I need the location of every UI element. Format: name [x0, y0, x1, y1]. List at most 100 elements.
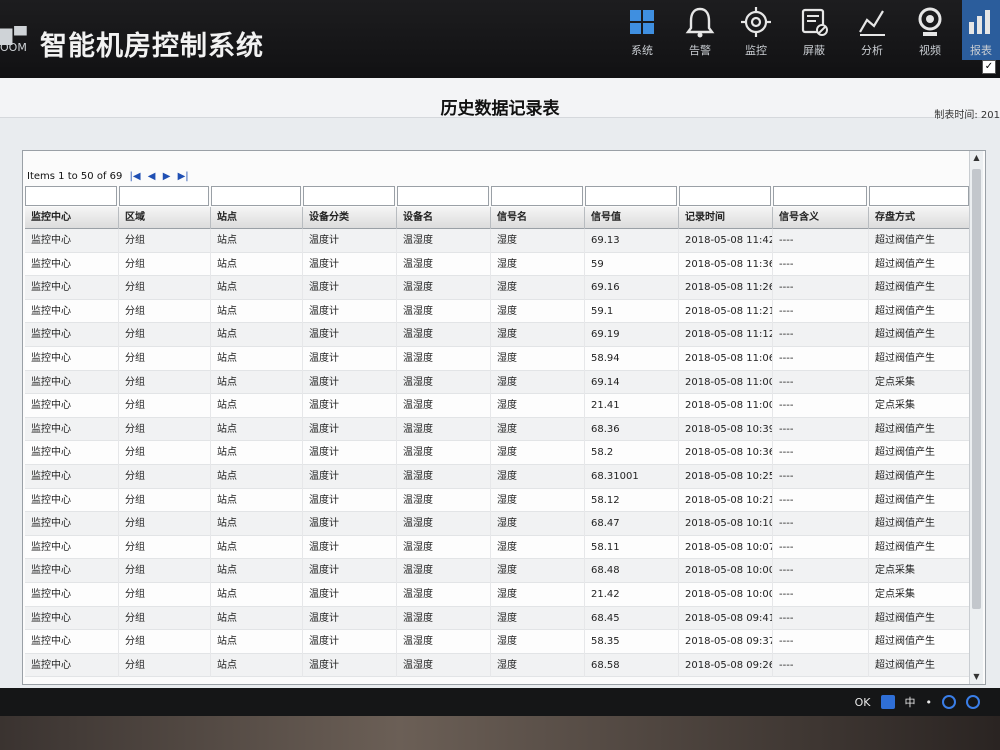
scroll-thumb[interactable]: [972, 169, 981, 609]
column-header[interactable]: 信号名: [491, 207, 585, 229]
column-header[interactable]: 信号含义: [773, 207, 869, 229]
table-row[interactable]: 监控中心 分组 站点 温度计 温湿度 湿度 59 2018-05-08 11:36: ---- 超…: [25, 252, 971, 277]
tray-text: OK: [854, 695, 871, 709]
table-cell: 69.13: [585, 229, 679, 253]
column-filter-input[interactable]: [397, 186, 489, 206]
nav-mask[interactable]: 屏蔽: [786, 0, 842, 60]
column-filter-input[interactable]: [773, 186, 867, 206]
table-row[interactable]: 监控中心 分组 站点 温度计 温湿度 湿度 69.16 2018-05-08 11:26: --…: [25, 276, 971, 300]
column-filter-input[interactable]: [491, 186, 583, 206]
prev-page-button[interactable]: ◀: [148, 171, 156, 182]
table-row[interactable]: 监控中心 分组 站点 温度计 温湿度 湿度 68.31001 2018-05-08 10:25…: [25, 464, 971, 489]
table-cell: 温度计: [303, 512, 397, 536]
nav-analysis[interactable]: 分析: [844, 0, 900, 60]
table-cell: 温湿度: [397, 394, 491, 418]
table-cell: 站点: [211, 653, 303, 678]
table-cell: 58.35: [585, 630, 679, 654]
table-cell: 湿度: [491, 346, 585, 371]
column-header[interactable]: 设备分类: [303, 207, 397, 229]
table-cell: 超过阀值产生: [869, 252, 971, 277]
column-header[interactable]: 区域: [119, 207, 211, 229]
nav-alarm[interactable]: 告警: [672, 0, 728, 60]
scroll-down-arrow[interactable]: ▼: [970, 670, 983, 684]
table-cell: 超过阀值产生: [869, 417, 971, 442]
table-cell: 超过阀值产生: [869, 512, 971, 536]
column-filter-input[interactable]: [679, 186, 771, 206]
table-cell: 超过阀值产生: [869, 229, 971, 253]
scroll-up-arrow[interactable]: ▲: [970, 151, 983, 165]
table-row[interactable]: 监控中心 分组 站点 温度计 温湿度 湿度 21.41 2018-05-08 11:00: --…: [25, 394, 971, 418]
table-row[interactable]: 监控中心 分组 站点 温度计 温湿度 湿度 58.11 2018-05-08 10:07: --…: [25, 535, 971, 560]
nav-report[interactable]: 报表: [962, 0, 1000, 60]
table-row[interactable]: 监控中心 分组 站点 温度计 温湿度 湿度 58.35 2018-05-08 09:37: --…: [25, 630, 971, 654]
table-cell: 湿度: [491, 252, 585, 277]
column-filter-input[interactable]: [869, 186, 969, 206]
table-cell: 温湿度: [397, 512, 491, 536]
vertical-scrollbar[interactable]: ▲ ▼: [969, 151, 983, 684]
table-cell: 超过阀值产生: [869, 606, 971, 631]
table-cell: 监控中心: [25, 630, 119, 654]
table-row[interactable]: 监控中心 分组 站点 温度计 温湿度 湿度 58.94 2018-05-08 11:06: --…: [25, 346, 971, 371]
table-cell: 温湿度: [397, 535, 491, 560]
table-cell: 超过阀值产生: [869, 346, 971, 371]
table-row[interactable]: 监控中心 分组 站点 温度计 温湿度 湿度 68.45 2018-05-08 09:41: --…: [25, 606, 971, 631]
option-checkbox[interactable]: ✓: [982, 60, 996, 74]
table-cell: ----: [773, 394, 869, 418]
column-header[interactable]: 站点: [211, 207, 303, 229]
table-cell: 温度计: [303, 441, 397, 465]
table-cell: 2018-05-08 09:37:: [679, 630, 773, 654]
table-cell: 分组: [119, 464, 211, 489]
page-title: 历史数据记录表: [440, 99, 560, 119]
table-cell: 2018-05-08 10:39:: [679, 417, 773, 442]
column-header[interactable]: 信号值: [585, 207, 679, 229]
column-filter-input[interactable]: [211, 186, 301, 206]
table-cell: 分组: [119, 630, 211, 654]
table-cell: 69.16: [585, 276, 679, 300]
table-row[interactable]: 监控中心 分组 站点 温度计 温湿度 湿度 68.47 2018-05-08 10:10: --…: [25, 512, 971, 536]
nav-monitor[interactable]: 监控: [728, 0, 784, 60]
nav-label: 分析: [861, 44, 883, 57]
table-row[interactable]: 监控中心 分组 站点 温度计 温湿度 湿度 69.13 2018-05-08 11:42: --…: [25, 229, 971, 253]
table-cell: 超过阀值产生: [869, 299, 971, 324]
table-row[interactable]: 监控中心 分组 站点 温度计 温湿度 湿度 59.1 2018-05-08 11:21: ---…: [25, 299, 971, 324]
column-header[interactable]: 存盘方式: [869, 207, 971, 229]
nav-system[interactable]: 系统: [614, 0, 670, 60]
column-header[interactable]: 设备名: [397, 207, 491, 229]
table-row[interactable]: 监控中心 分组 站点 温度计 温湿度 湿度 58.2 2018-05-08 10:36: ---…: [25, 441, 971, 465]
table-cell: 68.47: [585, 512, 679, 536]
table-row[interactable]: 监控中心 分组 站点 温度计 温湿度 湿度 68.36 2018-05-08 10:39: --…: [25, 417, 971, 442]
table-row[interactable]: 监控中心 分组 站点 温度计 温湿度 湿度 68.48 2018-05-08 10:00: --…: [25, 559, 971, 583]
clock-icon[interactable]: [966, 695, 980, 709]
column-header[interactable]: 监控中心: [25, 207, 119, 229]
system-tray: OK 中 •: [855, 692, 980, 712]
column-filter-input[interactable]: [585, 186, 677, 206]
table-cell: 68.48: [585, 559, 679, 583]
table-cell: 超过阀值产生: [869, 441, 971, 465]
nav-video[interactable]: 视频: [902, 0, 958, 60]
table-cell: 分组: [119, 346, 211, 371]
table-cell: 2018-05-08 11:26:: [679, 276, 773, 300]
chart-icon: [859, 10, 885, 36]
table-cell: 分组: [119, 417, 211, 442]
help-icon[interactable]: [942, 695, 956, 709]
table-cell: 2018-05-08 10:10:: [679, 512, 773, 536]
table-cell: 监控中心: [25, 512, 119, 536]
table-row[interactable]: 监控中心 分组 站点 温度计 温湿度 湿度 68.58 2018-05-08 09:26: --…: [25, 653, 971, 678]
table-cell: 2018-05-08 10:00:: [679, 582, 773, 607]
column-filter-input[interactable]: [303, 186, 395, 206]
table-row[interactable]: 监控中心 分组 站点 温度计 温湿度 湿度 21.42 2018-05-08 10:00: --…: [25, 582, 971, 607]
input-method-indicator[interactable]: 中: [905, 694, 916, 710]
search-icon[interactable]: [880, 695, 895, 709]
table-cell: 温湿度: [397, 441, 491, 465]
table-cell: 监控中心: [25, 276, 119, 300]
first-page-button[interactable]: |◀: [130, 171, 141, 182]
table-row[interactable]: 监控中心 分组 站点 温度计 温湿度 湿度 69.14 2018-05-08 11:00: --…: [25, 370, 971, 395]
next-page-button[interactable]: ▶: [163, 171, 171, 182]
table-cell: 59: [585, 252, 679, 277]
table-row[interactable]: 监控中心 分组 站点 温度计 温湿度 湿度 58.12 2018-05-08 10:21: --…: [25, 488, 971, 513]
column-header[interactable]: 记录时间: [679, 207, 773, 229]
column-filter-input[interactable]: [25, 186, 117, 206]
table-row[interactable]: 监控中心 分组 站点 温度计 温湿度 湿度 69.19 2018-05-08 11:12: --…: [25, 323, 971, 347]
column-filter-input[interactable]: [119, 186, 209, 206]
last-page-button[interactable]: ▶|: [178, 171, 189, 182]
